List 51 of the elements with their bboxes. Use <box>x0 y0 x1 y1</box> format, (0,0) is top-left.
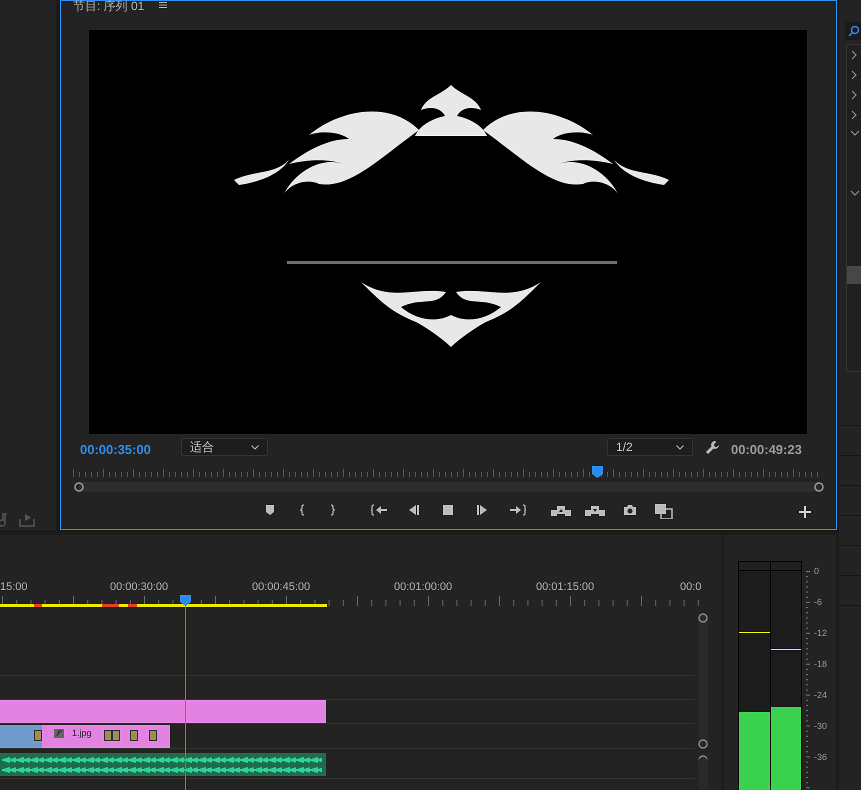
playhead-handle[interactable] <box>592 466 602 478</box>
peak-marker <box>739 632 770 633</box>
playhead-handle[interactable] <box>180 595 191 606</box>
clip-indicator[interactable] <box>739 562 770 571</box>
clip-name: 1.jpg <box>72 727 92 740</box>
chevron-down-icon <box>676 444 684 450</box>
ruler-label: 00:01:15:00 <box>536 580 594 595</box>
lift-icon[interactable] <box>551 504 571 519</box>
video-clip[interactable] <box>0 725 42 748</box>
chevron-down-icon[interactable] <box>850 130 860 136</box>
in-handle-icon[interactable] <box>74 482 84 492</box>
meter-scale-label: -24 <box>814 690 828 700</box>
extract-icon[interactable] <box>585 504 605 519</box>
clip-indicator[interactable] <box>770 562 801 571</box>
fx-badge-icon <box>54 729 64 738</box>
scroll-handle-icon[interactable] <box>698 613 708 623</box>
search-field[interactable] <box>845 22 861 40</box>
video-clip[interactable] <box>0 700 326 723</box>
search-icon <box>848 25 860 37</box>
transition-icon[interactable] <box>112 730 120 741</box>
audio-clip[interactable] <box>0 753 326 776</box>
ruler-label: 00:00:30:00 <box>110 580 168 595</box>
scrollbar[interactable] <box>698 615 708 745</box>
ruler-label: 00:0 <box>680 580 702 595</box>
meter-scale-label: -12 <box>814 628 828 638</box>
zoom-dropdown[interactable]: 适合 <box>181 438 268 456</box>
transition-icon[interactable] <box>34 730 42 741</box>
meter-scale-label: 0 <box>814 566 820 576</box>
wrench-icon[interactable] <box>705 440 720 455</box>
ruler-label: 00:00:45:00 <box>252 580 310 595</box>
add-button-icon[interactable] <box>799 506 811 518</box>
resolution-dropdown[interactable]: 1/2 <box>607 438 693 456</box>
peak-marker <box>770 649 801 650</box>
comparison-view-icon[interactable] <box>655 504 675 519</box>
ruler-label: 00:01:00:00 <box>394 580 452 595</box>
chevron-down-icon <box>251 444 259 450</box>
scrollbar[interactable] <box>698 757 708 790</box>
transition-icon[interactable] <box>130 730 138 741</box>
menu-icon[interactable] <box>159 2 167 8</box>
duration-timecode: 00:00:49:23 <box>731 441 802 459</box>
transition-icon[interactable] <box>104 730 112 741</box>
transition-icon[interactable] <box>149 730 157 741</box>
out-handle-icon[interactable] <box>814 482 824 492</box>
meter-scale-label: -18 <box>814 659 828 669</box>
meter-scale-label: -30 <box>814 721 828 731</box>
panel-title: 节目: 序列 01 <box>73 0 144 15</box>
meter-scale-label: -36 <box>814 752 828 762</box>
current-timecode[interactable]: 00:00:35:00 <box>80 440 151 460</box>
ruler-label: 15:00 <box>0 580 28 595</box>
meter-scale-label: -6 <box>814 597 822 607</box>
chevron-down-icon[interactable] <box>850 190 860 196</box>
